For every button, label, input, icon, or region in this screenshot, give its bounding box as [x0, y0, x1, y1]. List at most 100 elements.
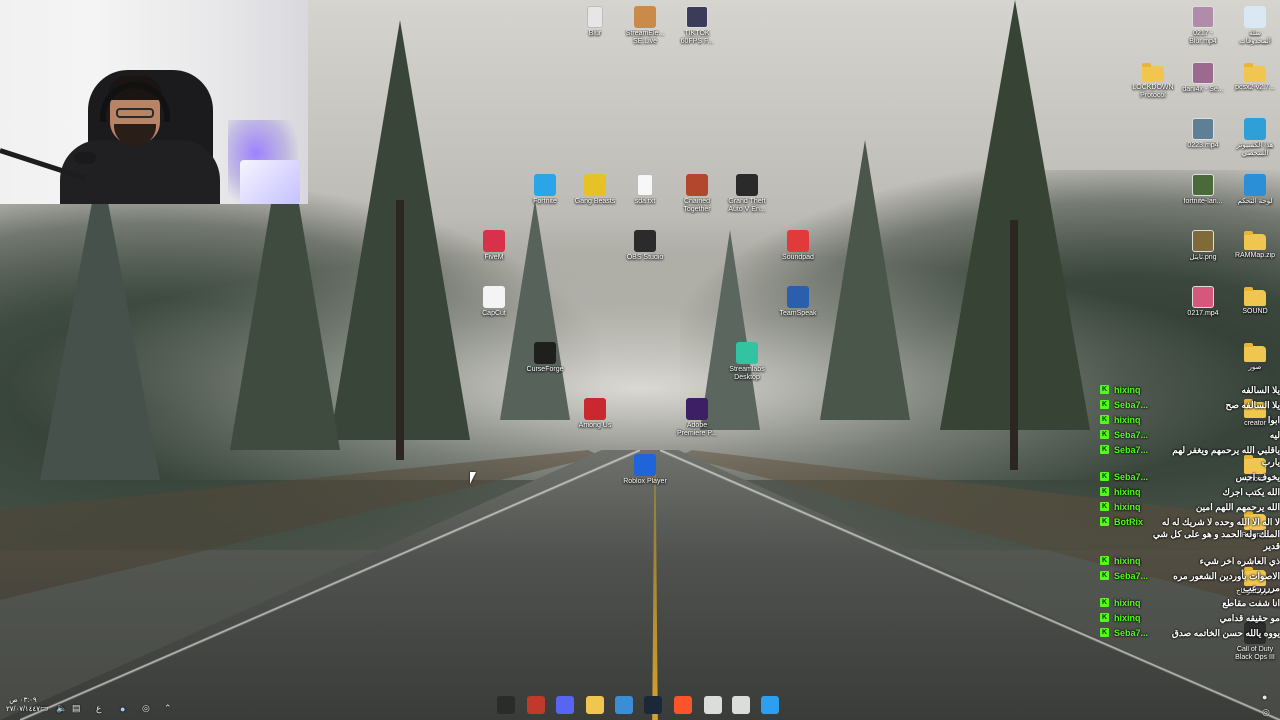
app-icon	[534, 342, 556, 364]
desktop-icon-label: Adobe Premiere P...	[677, 422, 717, 437]
desktop-icon-label: CurseForge	[526, 366, 564, 373]
desktop-icon[interactable]: سلة المحذوفات	[1224, 6, 1280, 46]
network-icon[interactable]: ▤	[72, 703, 81, 714]
taskbar-start-icon[interactable]	[761, 696, 779, 714]
chat-username: hixinq	[1114, 415, 1141, 425]
kick-badge-icon: K	[1100, 628, 1109, 637]
kick-badge-icon: K	[1100, 445, 1109, 454]
location-icon[interactable]: ◎	[1262, 707, 1270, 718]
app-icon	[1244, 118, 1266, 140]
chat-message: Khixinq ذي العاشره اخر شيء	[1100, 555, 1280, 567]
desktop-icon-label: Roblox Player	[623, 478, 667, 485]
road-edge-left	[20, 450, 640, 720]
desktop-icon[interactable]: OBS Studio	[614, 230, 676, 262]
notification-icon[interactable]: ▭	[40, 703, 49, 714]
chat-message: K Seba7... الاصوات بأوردين الشعور مره مررر…	[1100, 570, 1280, 594]
app-icon	[634, 6, 656, 28]
mic-corner-icon[interactable]: ●	[1262, 692, 1267, 702]
chat-message: K Seba7... ليه	[1100, 429, 1280, 441]
video-file-icon	[1192, 174, 1214, 196]
taskbar-obs-icon[interactable]	[497, 696, 515, 714]
chat-username: Seba7...	[1114, 400, 1149, 410]
clock-date: ٢٧/٠٧/١٤٤٧	[6, 706, 40, 713]
app-icon	[787, 230, 809, 252]
desktop-icon[interactable]: CurseForge	[514, 342, 576, 374]
desktop-icon-label: Grand Theft Auto V En...	[728, 198, 766, 213]
chat-text: مو حقيقه قدامي	[1219, 613, 1280, 623]
chat-text: ليه	[1269, 430, 1280, 440]
chat-text: الله يرحمهم اللهم امين	[1195, 502, 1280, 512]
app-icon	[483, 230, 505, 252]
video-file-icon	[1192, 6, 1214, 28]
pine-tree	[820, 140, 910, 420]
taskbar-task-view-icon[interactable]	[704, 696, 722, 714]
desktop-icon[interactable]: Roblox Player	[614, 454, 676, 486]
desktop-icon-label: SOUND	[1242, 308, 1268, 315]
desktop-icon[interactable]: صور	[1224, 342, 1280, 372]
desktop-icon[interactable]: هذا الكمبيوتر الشخصي	[1224, 118, 1280, 158]
desktop-icon[interactable]: TeamSpeak	[767, 286, 829, 318]
folder-icon	[1244, 63, 1266, 82]
desktop-icon-label: CapCut	[482, 310, 506, 317]
chat-username: BotRix	[1114, 517, 1143, 527]
microphone-icon	[74, 152, 96, 164]
kick-badge-icon: K	[1100, 598, 1109, 607]
chat-username: Seba7...	[1114, 430, 1149, 440]
mic-tray-icon[interactable]: ●	[120, 704, 125, 714]
chat-text: ابوا	[1267, 415, 1280, 425]
kick-badge-icon: K	[1100, 430, 1109, 439]
language-indicator[interactable]: ع	[96, 703, 101, 714]
kick-badge-icon: K	[1100, 385, 1109, 394]
taskbar-gta-icon[interactable]	[527, 696, 545, 714]
desktop-icon[interactable]: CapCut	[463, 286, 525, 318]
chat-username: hixinq	[1114, 598, 1141, 608]
app-icon	[686, 398, 708, 420]
desktop-icon[interactable]: RAMMap.zip	[1224, 230, 1280, 260]
taskbar-explorer-icon[interactable]	[586, 696, 604, 714]
chat-message: Khixinq الله يكتب اجرك	[1100, 486, 1280, 498]
volume-icon[interactable]: 🔈	[56, 703, 67, 714]
desktop-icon[interactable]: SOUND	[1224, 286, 1280, 316]
taskbar-search-icon[interactable]	[732, 696, 750, 714]
app-icon	[634, 230, 656, 252]
app-icon	[483, 286, 505, 308]
chat-username: Seba7...	[1114, 445, 1149, 455]
desktop-icon[interactable]: TIKTOK 60FPS F...	[666, 6, 728, 46]
desktop-icon-label: TIKTOK 60FPS F...	[680, 30, 714, 45]
desktop-icon[interactable]: Soundpad	[767, 230, 829, 262]
taskbar-steam-icon[interactable]	[644, 696, 662, 714]
desktop-icon-label: OBS Studio	[626, 254, 664, 261]
app-icon	[1244, 174, 1266, 196]
chat-message: K Seba7... يووه يالله حسن الخاتمه صدق	[1100, 627, 1280, 639]
taskbar-clock[interactable]: ٠٣:٠٩ ص ٢٧/٠٧/١٤٤٧	[6, 696, 40, 714]
desktop-icon-label: Streamlabs Desktop	[729, 366, 765, 381]
folder-icon	[1142, 63, 1164, 82]
streamer-body	[60, 140, 220, 204]
desktop-icon[interactable]: Among Us	[564, 398, 626, 430]
chat-username: hixinq	[1114, 502, 1141, 512]
taskbar-store-icon[interactable]	[615, 696, 633, 714]
folder-icon	[1244, 287, 1266, 306]
desktop-icon[interactable]: FiveM	[463, 230, 525, 262]
glasses	[116, 108, 154, 118]
chevron-up-icon[interactable]: ⌃	[164, 703, 172, 714]
desktop-icon[interactable]: Streamlabs Desktop	[716, 342, 778, 382]
desktop-icon[interactable]: pcsx2-v2.7...	[1224, 62, 1280, 92]
chat-text: الاصوات بأوردين الشعور مره مررررعب	[1173, 571, 1280, 593]
desktop-icon-label: لوحة التحكم	[1237, 198, 1273, 205]
chat-username: hixinq	[1114, 556, 1141, 566]
chat-text: الله يكتب اجرك	[1222, 487, 1280, 497]
taskbar-brave-icon[interactable]	[674, 696, 692, 714]
stream-chat-overlay: Khixinq يلا السالفه K Seba7... يلا السالفه ص…	[1100, 384, 1280, 642]
kick-badge-icon: K	[1100, 517, 1109, 526]
headset-tray-icon[interactable]: ◎	[142, 703, 150, 714]
chat-message: Khixinq يلا السالفه	[1100, 384, 1280, 396]
desktop-icon[interactable]: Grand Theft Auto V En...	[716, 174, 778, 214]
folder-icon	[1244, 231, 1266, 250]
desktop-icon-label: Soundpad	[782, 254, 814, 261]
desktop-icon[interactable]: Adobe Premiere P...	[666, 398, 728, 438]
desktop-icon[interactable]: لوحة التحكم	[1224, 174, 1280, 206]
taskbar-discord-icon[interactable]	[556, 696, 574, 714]
desktop-icon-label: TeamSpeak	[779, 310, 817, 317]
chat-username: hixinq	[1114, 385, 1141, 395]
